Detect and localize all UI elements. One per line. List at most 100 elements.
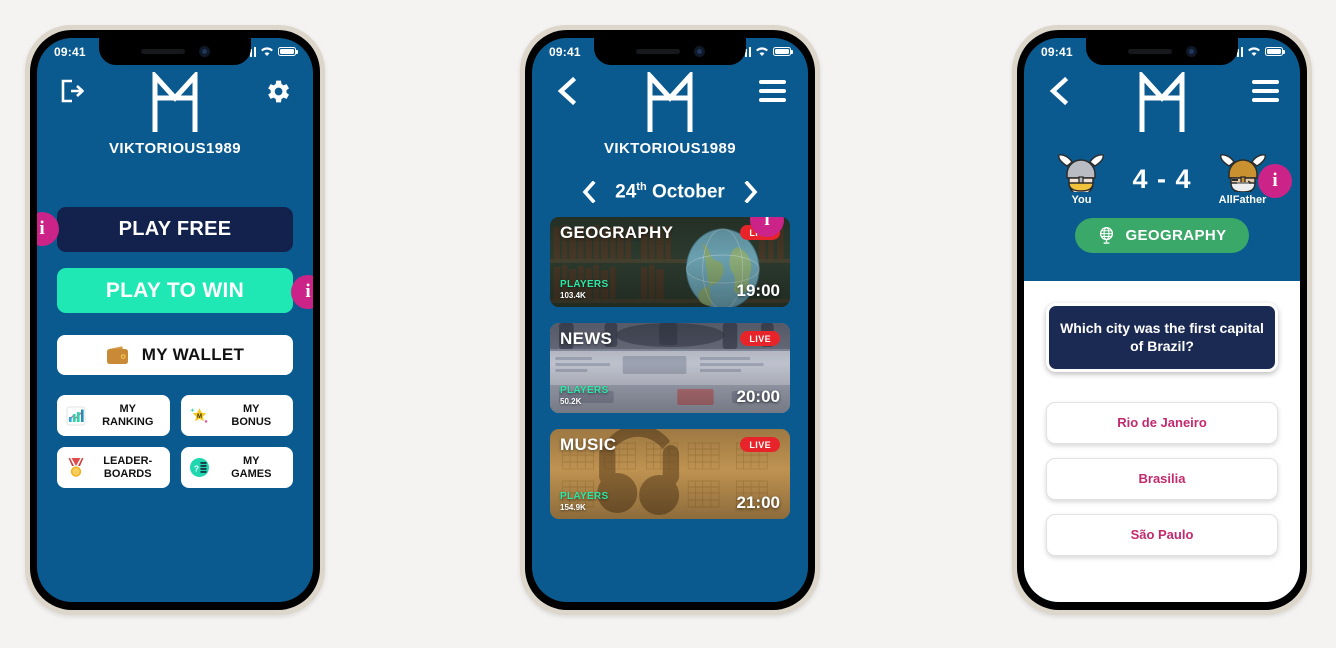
players-count: 154.9K: [560, 503, 586, 513]
wifi-icon: [261, 47, 273, 57]
play-to-win-button[interactable]: PLAY TO WIN: [57, 268, 293, 313]
gear-icon[interactable]: [261, 74, 295, 108]
game-card-music[interactable]: MUSIC LIVE PLAYERS 154.9K 21:00: [550, 429, 790, 520]
primary-buttons: i PLAY FREE i PLAY TO WIN: [37, 207, 313, 313]
previous-day-button[interactable]: [581, 181, 597, 204]
phone-mockup-quiz: 09:41 You 4 - 4 AllFather i GEOGRAPHY Wh…: [1012, 25, 1312, 615]
rune-logo-icon: [152, 72, 198, 132]
username-label: VIKTORIOUS1989: [108, 140, 242, 157]
player-opponent-name: AllFather: [1218, 194, 1267, 206]
game-cards-list: i GEOGRAPHY LIVE PLAYERS 103.4K 19:00: [532, 217, 808, 520]
player-you: You: [1052, 152, 1110, 206]
phone-mockup-home: 09:41 VIKTORIOUS1989 i PLAY FREE i PLAY …: [25, 25, 325, 615]
match-score: 4 - 4: [1132, 163, 1192, 194]
players-block: PLAYERS 103.4K: [560, 279, 608, 300]
live-badge: LIVE: [740, 331, 780, 347]
answer-option-3[interactable]: São Paulo: [1046, 513, 1278, 556]
card-title: MUSIC: [560, 435, 617, 455]
play-free-button[interactable]: PLAY FREE: [57, 207, 293, 252]
front-camera-icon: [1185, 46, 1197, 57]
quiz-icon: ?: [189, 457, 211, 479]
players-block: PLAYERS 154.9K: [560, 491, 608, 512]
shortcut-grid: MY RANKING M MY BONUS LEADER- BOARDS ? M…: [57, 395, 293, 488]
game-card-geography[interactable]: i GEOGRAPHY LIVE PLAYERS 103.4K 19:00: [550, 217, 790, 308]
brand-block: VIKTORIOUS1989: [109, 72, 241, 157]
battery-icon: [278, 47, 298, 56]
hamburger-menu-icon[interactable]: [1248, 74, 1282, 108]
battery-icon: [1265, 47, 1285, 56]
phone-bezel: 09:41: [30, 30, 320, 610]
wifi-icon: [756, 47, 768, 57]
my-games-button[interactable]: ? MY GAMES: [180, 447, 293, 488]
leaderboards-button[interactable]: LEADER- BOARDS: [57, 447, 170, 488]
game-card-news[interactable]: NEWS LIVE PLAYERS 50.2K 20:00: [550, 323, 790, 414]
leaderboards-label: LEADER- BOARDS: [103, 455, 153, 480]
status-clock: 09:41: [54, 44, 86, 59]
my-ranking-button[interactable]: MY RANKING: [57, 395, 170, 436]
my-bonus-label: MY BONUS: [231, 403, 272, 428]
front-camera-icon: [693, 46, 705, 57]
my-games-label: MY GAMES: [231, 455, 272, 480]
viking-helmet-avatar-icon: [1058, 154, 1105, 192]
phone-bezel: 09:41: [1017, 30, 1307, 610]
answer-option-2[interactable]: Brasilia: [1046, 457, 1278, 500]
next-day-button[interactable]: [743, 181, 759, 204]
info-icon-play-free[interactable]: i: [37, 212, 59, 246]
globe-icon: [1100, 227, 1114, 244]
wallet-icon: [106, 345, 128, 364]
answer-option-1[interactable]: Rio de Janeiro: [1046, 401, 1278, 444]
my-wallet-button[interactable]: MY WALLET: [57, 335, 293, 375]
my-ranking-label: MY RANKING: [102, 403, 154, 428]
players-label: PLAYERS: [560, 279, 609, 291]
medal-icon: [65, 457, 87, 479]
players-block: PLAYERS 50.2K: [560, 385, 608, 406]
logout-icon[interactable]: [55, 74, 89, 108]
quiz-panel: Which city was the first capital of Braz…: [1024, 281, 1300, 602]
card-time: 21:00: [736, 493, 780, 513]
card-title: NEWS: [560, 329, 613, 349]
svg-text:?: ?: [194, 464, 199, 474]
rune-logo-icon: [1139, 72, 1185, 132]
screen-schedule: 09:41 VIKTORIOUS1989 24th October i GEOG…: [532, 38, 808, 602]
my-wallet-label: MY WALLET: [141, 345, 245, 364]
rune-logo-icon: [647, 72, 693, 132]
info-icon-play-to-win[interactable]: i: [291, 275, 313, 309]
current-date-label: 24th October: [615, 181, 725, 203]
wifi-icon: [1248, 47, 1260, 57]
date-navigator: 24th October: [532, 181, 808, 204]
speaker-grill-icon: [1127, 49, 1172, 54]
match-scoreboard: You 4 - 4 AllFather i: [1024, 152, 1300, 206]
card-time: 20:00: [736, 387, 780, 407]
players-label: PLAYERS: [560, 491, 609, 503]
players-count: 50.2K: [560, 397, 582, 407]
card-title: GEOGRAPHY: [560, 223, 674, 243]
username-label: VIKTORIOUS1989: [603, 140, 737, 157]
status-clock: 09:41: [549, 44, 581, 59]
screen-quiz: 09:41 You 4 - 4 AllFather i GEOGRAPHY Wh…: [1024, 38, 1300, 602]
notch: [594, 38, 746, 65]
star-icon: M: [189, 405, 211, 427]
svg-text:M: M: [197, 414, 202, 420]
category-label: GEOGRAPHY: [1125, 227, 1227, 244]
screenshot-stage: 09:41 VIKTORIOUS1989 i PLAY FREE i PLAY …: [0, 0, 1336, 648]
front-camera-icon: [198, 46, 210, 57]
hamburger-menu-icon[interactable]: [756, 74, 790, 108]
chevron-left-icon[interactable]: [1042, 74, 1076, 108]
my-bonus-button[interactable]: M MY BONUS: [180, 395, 293, 436]
phone-mockup-schedule: 09:41 VIKTORIOUS1989 24th October i GEOG…: [520, 25, 820, 615]
screen-home: 09:41 VIKTORIOUS1989 i PLAY FREE i PLAY …: [37, 38, 313, 602]
notch: [1086, 38, 1238, 65]
brand-block: VIKTORIOUS1989: [604, 72, 736, 157]
players-label: PLAYERS: [560, 385, 609, 397]
home-actions: i PLAY FREE i PLAY TO WIN MY WALLET MY R…: [37, 207, 313, 488]
chevron-left-icon[interactable]: [550, 74, 584, 108]
phone-bezel: 09:41: [525, 30, 815, 610]
status-clock: 09:41: [1041, 44, 1073, 59]
info-icon-match[interactable]: i: [1258, 164, 1292, 198]
question-text: Which city was the first capital of Braz…: [1046, 303, 1278, 372]
player-you-name: You: [1071, 194, 1092, 206]
bar-chart-icon: [65, 405, 87, 427]
notch: [99, 38, 251, 65]
status-badge-category: GEOGRAPHY: [1075, 218, 1249, 253]
brand-block: [1136, 72, 1188, 134]
